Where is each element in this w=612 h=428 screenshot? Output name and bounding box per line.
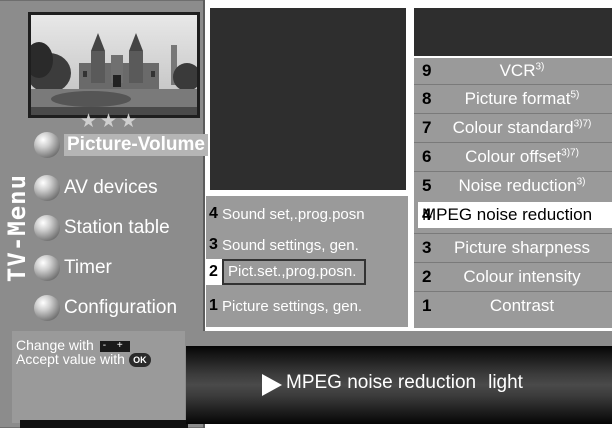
options-header-panel — [414, 8, 612, 56]
option-noise-reduction[interactable]: 5 Noise reduction3) — [414, 173, 612, 199]
menu-item-av-devices[interactable]: AV devices — [34, 175, 158, 201]
option-number: 9 — [422, 61, 432, 80]
castle-picture — [31, 15, 197, 115]
option-vcr[interactable]: 9 VCR3) — [414, 58, 612, 84]
option-label: Colour intensity — [463, 267, 581, 286]
option-footnote: 3) — [535, 61, 545, 73]
menu-ball-icon — [34, 255, 60, 281]
status-bar-text: MPEG noise reduction light — [286, 372, 523, 394]
help-box: Change with - + Accept value with OK — [12, 331, 185, 423]
submenu-item-1[interactable]: 1 Picture settings, gen. — [206, 293, 362, 319]
option-label: VCR — [499, 61, 536, 80]
submenu-list: 4 Sound set,.prog.posn 3 Sound settings,… — [206, 196, 408, 327]
tv-menu-vertical-title: TV-Menu — [3, 148, 31, 308]
option-number: 7 — [422, 118, 432, 137]
menu-item-configuration[interactable]: Configuration — [34, 295, 177, 321]
submenu-header-panel — [210, 8, 406, 190]
ok-key-icon: OK — [128, 353, 151, 368]
top-white-strip — [406, 0, 612, 8]
submenu-item-label: Picture settings, gen. — [222, 297, 363, 315]
option-colour-intensity[interactable]: 2 Colour intensity — [414, 264, 612, 290]
option-footnote: 3)7) — [561, 147, 579, 159]
tv-menu-title-text: TV-Menu — [5, 174, 31, 282]
option-label: Contrast — [489, 296, 555, 315]
menu-ball-icon — [34, 175, 60, 201]
option-label: Picture format — [464, 89, 571, 108]
help-accept-line: Accept value with OK — [16, 351, 151, 368]
option-number: 5 — [422, 176, 432, 195]
submenu-item-label: Sound settings, gen. — [222, 236, 359, 254]
status-setting-name: MPEG noise reduction — [286, 372, 477, 393]
option-number: 2 — [422, 267, 432, 286]
submenu-item-number: 3 — [209, 236, 218, 253]
submenu-item-3[interactable]: 3 Sound settings, gen. — [206, 232, 359, 258]
submenu-item-number: 1 — [209, 297, 218, 314]
options-list: 9 VCR3) 8 Picture format5) 7 Colour stan… — [414, 58, 612, 328]
option-mpeg-noise-reduction[interactable]: 4 MPEG noise reduction — [418, 202, 612, 228]
menu-item-label: Configuration — [64, 297, 178, 318]
submenu-item-number: 2 — [206, 259, 222, 285]
option-footnote: 3) — [576, 176, 586, 188]
menu-item-station-table[interactable]: Station table — [34, 215, 170, 241]
submenu-item-2[interactable]: 2 Pict.set.,prog.posn. — [206, 259, 367, 285]
option-colour-standard[interactable]: 7 Colour standard3)7) — [414, 115, 612, 141]
status-setting-value[interactable]: light — [488, 372, 523, 393]
menu-ball-icon — [34, 215, 60, 241]
submenu-item-4[interactable]: 4 Sound set,.prog.posn — [206, 201, 365, 227]
option-colour-offset[interactable]: 6 Colour offset3)7) — [414, 144, 612, 170]
menu-ball-icon — [34, 132, 60, 158]
submenu-item-label: Sound set,.prog.posn — [222, 205, 365, 223]
option-number: 3 — [422, 238, 432, 257]
submenu-item-number: 4 — [209, 205, 218, 222]
menu-item-label: AV devices — [64, 177, 158, 198]
menu-item-label: Picture-Volume — [64, 134, 208, 156]
option-number: 6 — [422, 147, 432, 166]
option-label: Colour offset — [465, 147, 562, 166]
option-number: 1 — [422, 296, 432, 315]
option-number: 8 — [422, 89, 432, 108]
play-arrow-icon — [262, 374, 282, 396]
option-footnote: 3)7) — [573, 118, 592, 130]
option-label: MPEG noise reduction — [422, 205, 593, 224]
help-bottom-strip — [20, 420, 188, 428]
option-footnote: 5) — [570, 89, 580, 101]
option-picture-sharpness[interactable]: 3 Picture sharpness — [414, 235, 612, 261]
menu-ball-icon — [34, 295, 60, 321]
menu-item-picture-volume[interactable]: Picture-Volume — [34, 132, 208, 158]
help-accept-text: Accept value with — [16, 351, 125, 367]
status-bar-top-strip — [186, 331, 612, 346]
menu-item-timer[interactable]: Timer — [34, 255, 112, 281]
option-picture-format[interactable]: 8 Picture format5) — [414, 86, 612, 112]
tv-picture-thumbnail — [28, 12, 200, 118]
option-label: Picture sharpness — [453, 238, 591, 257]
submenu-item-label: Pict.set.,prog.posn. — [222, 259, 367, 285]
menu-item-label: Station table — [64, 217, 170, 238]
option-label: Colour standard — [452, 118, 574, 137]
menu-item-label: Timer — [64, 257, 112, 278]
option-contrast[interactable]: 1 Contrast — [414, 293, 612, 319]
rating-stars: ★★★ — [79, 111, 141, 132]
option-label: Noise reduction — [458, 176, 577, 195]
